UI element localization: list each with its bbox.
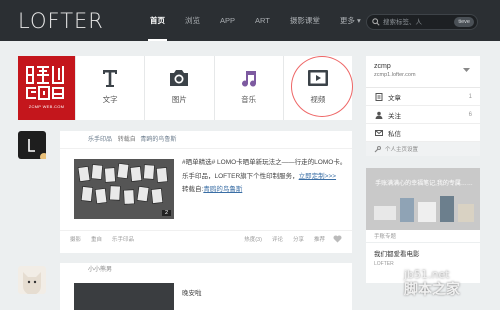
post-text-3: 晚安啦 [182, 290, 202, 297]
sidebar-item-messages[interactable]: 私信 [366, 124, 480, 142]
post-photo-button[interactable]: 图片 [144, 56, 213, 120]
post-header: 乐手印品 转载自 青鸥的鸟鲁斯 [60, 131, 352, 149]
brand-small-text: ZCMP WEB.COM [28, 104, 65, 109]
lomo-cards-image [74, 159, 174, 219]
cat-avatar-icon [23, 272, 41, 295]
post-image-2[interactable] [74, 283, 174, 310]
post-music-button[interactable]: 音乐 [213, 56, 283, 120]
chevron-down-icon[interactable] [463, 68, 470, 73]
post-text-button[interactable]: 文字 [75, 56, 144, 120]
nav-app[interactable]: APP [210, 0, 245, 41]
image-count-badge: 2 [161, 210, 171, 216]
sidebar-item-count: 6 [468, 111, 472, 118]
main-nav: 首页 浏览 APP ART 摄影课堂 更多 ▾ [140, 0, 371, 41]
l-logo-icon [28, 139, 48, 161]
sidebar-item-articles[interactable]: 文章 1 [366, 88, 480, 106]
search-box[interactable]: 搜索标签、人 tieve [366, 14, 478, 30]
tag-author[interactable]: 乐手印品 [112, 235, 134, 243]
sidebar-item-count: 1 [468, 93, 472, 100]
top-bar: LOFTER 首页 浏览 APP ART 摄影课堂 更多 ▾ 搜索标签、人 ti… [0, 0, 500, 41]
post-music-label: 音乐 [241, 95, 257, 104]
nav-more[interactable]: 更多 ▾ [330, 0, 371, 41]
watermark-name: 脚本之家 [404, 281, 460, 297]
document-icon [375, 92, 383, 101]
app-logo[interactable]: LOFTER [18, 9, 104, 33]
repost-source-link[interactable]: 青鸥的鸟鲁斯 [203, 186, 242, 193]
search-input[interactable]: 搜索标签、人 [383, 17, 422, 28]
watermark: jb51.net 脚本之家 [404, 268, 460, 299]
recommend-sub: LOFTER [374, 261, 394, 267]
share-link[interactable]: 分享 [293, 235, 304, 243]
mail-icon [375, 129, 383, 136]
music-icon [241, 71, 256, 87]
nav-browse[interactable]: 浏览 [175, 0, 210, 41]
sidebar-item-label: 关注 [388, 112, 401, 120]
repost-label: 转载自: [182, 186, 204, 193]
recommend-link[interactable]: 推荐 [314, 235, 325, 243]
hotness-link[interactable]: 热度(3) [244, 235, 262, 243]
avatar[interactable] [18, 266, 46, 295]
tag-repost[interactable]: 重自 [91, 235, 102, 243]
promo-banner[interactable]: 手账满满心的幸福笔记,我的专属…… [366, 168, 480, 230]
post-text-1: #晒单精选# LOMO卡晒单新玩法之——行走的LOMO卡。 [182, 159, 347, 166]
post-author[interactable]: 乐手印品 [88, 137, 112, 143]
post-source[interactable]: 青鸥的鸟鲁斯 [140, 137, 176, 143]
text-icon [103, 70, 118, 87]
tag-photography[interactable]: 摄影 [70, 235, 81, 243]
recommend-title[interactable]: 我们都爱看电影 [374, 248, 472, 258]
sidebar: zcmp zcmp1.lofter.com 文章 1 关注 6 私信 个人主页设… [366, 56, 480, 156]
user-panel[interactable]: zcmp zcmp1.lofter.com [366, 56, 480, 88]
post-footer: 摄影 重自 乐手印品 热度(3) 评论 分享 推荐 [60, 230, 352, 247]
feed-post-2: 小小熊男 晚安啦 [60, 263, 352, 310]
nav-photo-class[interactable]: 摄影课堂 [280, 0, 330, 41]
post-text-2: 乐手印品，LOFTER旗下个性印制服务， [182, 172, 299, 180]
promo-image [366, 168, 480, 230]
sidebar-item-label: 文章 [388, 94, 401, 102]
post-body: #晒单精选# LOMO卡晒单新玩法之——行走的LOMO卡。 乐手印品，LOFTE… [182, 158, 347, 199]
post-image[interactable]: 2 [74, 159, 174, 219]
sidebar-item-following[interactable]: 关注 6 [366, 106, 480, 124]
camera-icon [170, 70, 189, 86]
profile-settings-link[interactable]: 个人主页设置 [366, 142, 480, 156]
customize-link[interactable]: 立即定制>>> [299, 173, 336, 180]
comment-link[interactable]: 评论 [272, 235, 283, 243]
follow-icon [375, 111, 383, 119]
post-photo-label: 图片 [171, 95, 187, 104]
promo-caption[interactable]: 手账专题 [366, 230, 480, 242]
heart-icon[interactable] [333, 235, 342, 243]
search-icon [372, 18, 380, 26]
promo-text: 手账满满心的幸福笔记,我的专属…… [375, 181, 473, 187]
avatar[interactable] [18, 131, 48, 161]
nav-art[interactable]: ART [245, 0, 280, 41]
search-button[interactable]: tieve [454, 17, 474, 27]
nav-home[interactable]: 首页 [140, 0, 175, 41]
post-author-2[interactable]: 小小熊男 [60, 263, 352, 277]
zcmp-logo-icon [26, 66, 64, 100]
wrench-icon [374, 145, 381, 152]
brand-logo: ZCMP WEB.COM [18, 56, 75, 120]
profile-settings-label: 个人主页设置 [385, 147, 419, 153]
post-text-label: 文字 [102, 95, 118, 104]
sidebar-item-label: 私信 [388, 130, 401, 138]
feed-post: 乐手印品 转载自 青鸥的鸟鲁斯 2 #晒单精选# LOMO卡晒单新玩法之——行走… [60, 131, 352, 253]
repost-prefix: 转载自 [117, 137, 136, 143]
video-highlight-circle [291, 56, 353, 117]
